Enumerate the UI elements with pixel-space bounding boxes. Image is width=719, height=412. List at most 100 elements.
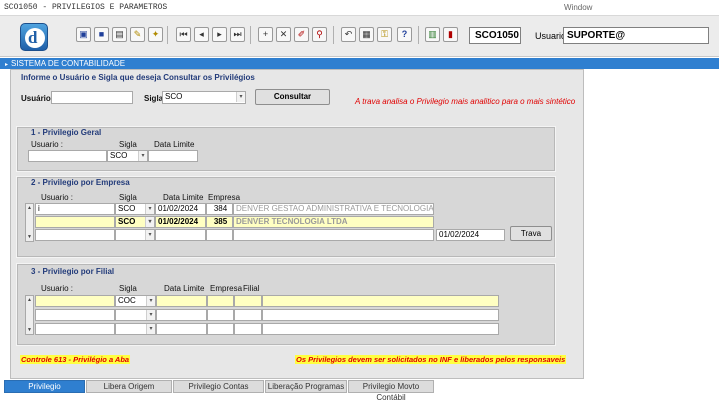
usuario-input[interactable]	[51, 91, 133, 104]
scroll-up-icon[interactable]: ▲	[26, 296, 33, 304]
empresa-sigla-cell[interactable]: SCO ▾	[115, 216, 155, 228]
section-header: ▸ SISTEMA DE CONTABILIDADE	[0, 58, 719, 69]
question-icon[interactable]: ?	[397, 27, 412, 42]
empresa-usuario-cell[interactable]	[35, 229, 115, 241]
wand-icon[interactable]: ✎	[130, 27, 145, 42]
chevron-down-icon[interactable]: ▾	[145, 230, 154, 240]
filial-empresa-cell[interactable]	[207, 309, 234, 321]
filial-sigla-cell[interactable]: ▾	[115, 323, 156, 335]
window-menu[interactable]: Window	[564, 3, 592, 12]
empresa-data-cell[interactable]: 01/02/2024	[155, 203, 206, 215]
empresa-codigo-cell[interactable]: 384	[206, 203, 233, 215]
calculator-icon[interactable]: ▦	[359, 27, 374, 42]
add-record-icon[interactable]: +	[258, 27, 273, 42]
geral-sigla-select[interactable]: SCO ▾	[107, 150, 148, 162]
prev-record-icon[interactable]: ◂	[194, 27, 209, 42]
filial-data-cell[interactable]	[156, 309, 207, 321]
privilegio-geral-group: 1 - Privilegio Geral Usuario : Sigla Dat…	[16, 126, 556, 172]
empresa-codigo-cell[interactable]	[206, 229, 233, 241]
filial-data-cell[interactable]	[156, 295, 207, 307]
usuario-label: Usuário	[21, 94, 51, 103]
form-code: SCO1050	[469, 27, 521, 44]
empresa-nome-cell: DENVER TECNOLOGIA LTDA	[233, 216, 434, 228]
filial-filial-cell[interactable]	[234, 323, 262, 335]
scroll-down-icon[interactable]: ▼	[26, 326, 33, 334]
tab-privilegio-movto-contabil[interactable]: Privilegio Movto Contábil	[348, 380, 434, 402]
empresa-codigo-cell[interactable]: 385	[206, 216, 233, 228]
filial-col-filial: Filial	[243, 284, 260, 293]
empresa-scrollbar[interactable]: ▲ ▼	[25, 203, 34, 242]
filial-sigla-cell[interactable]: ▾	[115, 309, 156, 321]
sigla-label: Sigla	[144, 94, 164, 103]
save-icon[interactable]: ▣	[76, 27, 91, 42]
toolbar: d ▣ ■ ▤ ✎ ✦ ⏮ ◂ ▸ ⏭ + ✕ ✐ ⚲ ↶ ▦ ⚿ ? ▥ ▮ …	[0, 16, 719, 57]
empresa-data-cell[interactable]: 01/02/2024	[155, 216, 206, 228]
filial-nome-cell	[262, 309, 499, 321]
privilegio-filial-group: 3 - Privilegio por Filial Usuario : Sigl…	[16, 263, 556, 346]
filial-scrollbar[interactable]: ▲ ▼	[25, 295, 34, 335]
tab-liberacao-programas[interactable]: Liberação Programas	[265, 380, 347, 393]
undo-icon[interactable]: ↶	[341, 27, 356, 42]
key-icon[interactable]: ⚿	[377, 27, 392, 42]
consultar-button[interactable]: Consultar	[255, 89, 330, 105]
tab-privilegio-contas[interactable]: Privilegio Contas	[173, 380, 264, 393]
filial-data-cell[interactable]	[156, 323, 207, 335]
delete-record-icon[interactable]: ✕	[276, 27, 291, 42]
empresa-title: 2 - Privilegio por Empresa	[31, 178, 130, 187]
section-title: SISTEMA DE CONTABILIDADE	[11, 59, 126, 68]
filial-nome-cell	[262, 295, 499, 307]
user-field[interactable]: SUPORTE@	[563, 27, 709, 44]
first-record-icon[interactable]: ⏮	[176, 27, 191, 42]
last-record-icon[interactable]: ⏭	[230, 27, 245, 42]
next-record-icon[interactable]: ▸	[212, 27, 227, 42]
user-label: Usuario	[535, 31, 567, 41]
window-title: SCO1050 - PRIVILEGIOS E PARAMETROS	[4, 3, 168, 12]
empresa-col-data: Data Limite	[163, 193, 204, 202]
filial-empresa-cell[interactable]	[207, 295, 234, 307]
chevron-down-icon[interactable]: ▾	[236, 92, 245, 102]
chevron-down-icon[interactable]: ▾	[138, 151, 147, 161]
help-tool-icon[interactable]: ✦	[148, 27, 163, 42]
filial-usuario-cell[interactable]	[35, 309, 115, 321]
print-preview-icon[interactable]: ▤	[112, 27, 127, 42]
geral-title: 1 - Privilegio Geral	[31, 128, 102, 137]
empresa-nome-cell: DENVER GESTAO ADMINISTRATIVA E TECNOLOGI…	[233, 203, 434, 215]
trava-date-input[interactable]: 01/02/2024	[436, 229, 505, 241]
stop-icon[interactable]: ■	[94, 27, 109, 42]
filial-usuario-cell[interactable]	[35, 295, 115, 307]
filial-empresa-cell[interactable]	[207, 323, 234, 335]
geral-col-data: Data Limite	[154, 140, 195, 149]
chevron-down-icon[interactable]: ▾	[146, 296, 155, 306]
trava-button[interactable]: Trava	[510, 226, 552, 241]
filial-usuario-cell[interactable]	[35, 323, 115, 335]
empresa-nome-cell	[233, 229, 434, 241]
filial-col-usuario: Usuario :	[41, 284, 74, 293]
bullet-icon: ▸	[5, 62, 9, 68]
search-record-icon[interactable]: ⚲	[312, 27, 327, 42]
sigla-select[interactable]: SCO ▾	[162, 91, 246, 104]
geral-data-input[interactable]	[148, 150, 198, 162]
empresa-usuario-cell[interactable]	[35, 216, 115, 228]
edit-record-icon[interactable]: ✐	[294, 27, 309, 42]
tab-libera-origem[interactable]: Libera Origem	[86, 380, 172, 393]
filial-filial-cell[interactable]	[234, 309, 262, 321]
exit-icon[interactable]: ▮	[443, 27, 458, 42]
trava-note: A trava analisa o Privilegio mais analit…	[355, 97, 576, 106]
app-logo: d	[20, 23, 48, 51]
filial-sigla-cell[interactable]: COC ▾	[115, 295, 156, 307]
chevron-down-icon[interactable]: ▾	[146, 324, 155, 334]
tab-privilegio[interactable]: Privilegio	[4, 380, 85, 393]
empresa-sigla-cell[interactable]: ▾	[115, 229, 155, 241]
chevron-down-icon[interactable]: ▾	[146, 310, 155, 320]
chevron-down-icon[interactable]: ▾	[145, 217, 154, 227]
empresa-sigla-cell[interactable]: SCO ▾	[115, 203, 155, 215]
scroll-up-icon[interactable]: ▲	[26, 204, 33, 212]
scroll-down-icon[interactable]: ▼	[26, 233, 33, 241]
chevron-down-icon[interactable]: ▾	[145, 204, 154, 214]
empresa-usuario-cell[interactable]: i	[35, 203, 115, 215]
calendar-icon[interactable]: ▥	[425, 27, 440, 42]
empresa-data-cell[interactable]	[155, 229, 206, 241]
geral-col-sigla: Sigla	[119, 140, 137, 149]
geral-usuario-input[interactable]	[28, 150, 107, 162]
filial-filial-cell[interactable]	[234, 295, 262, 307]
